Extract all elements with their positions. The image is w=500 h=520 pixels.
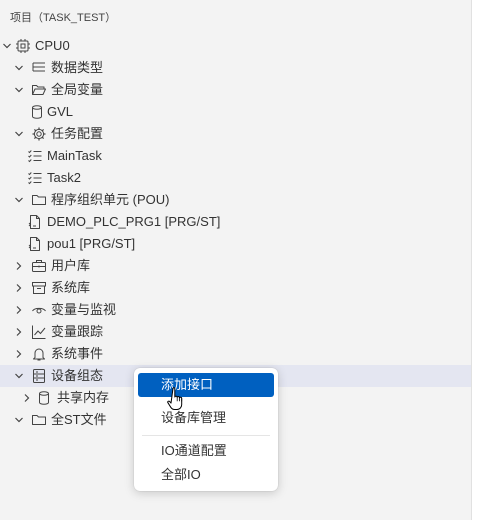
menu-item-device-lib-mgmt[interactable]: 设备库管理 [138, 406, 274, 430]
menu-item-label: 全部IO [161, 467, 201, 482]
tree-item-gvl[interactable]: GVL [0, 101, 471, 123]
tree-item-main-task[interactable]: MainTask [0, 145, 471, 167]
chevron-down-icon[interactable] [13, 369, 25, 383]
tree-item-pou1[interactable]: pou1 [PRG/ST] [0, 233, 471, 255]
tree-item-label: 任务配置 [51, 126, 104, 141]
folder-icon [31, 192, 47, 208]
tree-item-task-config[interactable]: 任务配置 [0, 123, 471, 145]
type-hierarchy-icon [31, 60, 47, 76]
tree-item-label: 程序组织单元 (POU) [51, 192, 170, 207]
folder-icon [31, 412, 47, 428]
menu-item-io-channel-config[interactable]: IO通道配置 [138, 439, 274, 463]
tree-item-label: DEMO_PLC_PRG1 [PRG/ST] [47, 214, 221, 229]
chevron-right-icon[interactable] [13, 259, 25, 273]
chevron-down-icon[interactable] [13, 413, 25, 427]
tree-item-label: 系统事件 [51, 346, 104, 361]
tree-item-label: 变量与监视 [51, 302, 117, 317]
line-chart-icon [31, 324, 47, 340]
panel-title: 项目（TASK_TEST） [10, 12, 117, 24]
tree-item-pou-demo[interactable]: DEMO_PLC_PRG1 [PRG/ST] [0, 211, 471, 233]
chevron-right-icon[interactable] [13, 303, 25, 317]
task-list-icon [27, 148, 43, 164]
chip-icon [15, 38, 31, 54]
chevron-right-icon[interactable] [13, 325, 25, 339]
context-menu: 添加接口 设备库管理 IO通道配置 全部IO [134, 368, 278, 491]
tree-item-label: 全ST文件 [51, 412, 107, 427]
chevron-right-icon[interactable] [13, 281, 25, 295]
tree-item-label: 系统库 [51, 280, 91, 295]
tree-item-var-trace[interactable]: 变量跟踪 [0, 321, 471, 343]
database-icon [29, 104, 45, 120]
bell-icon [31, 346, 47, 362]
document-code-icon [27, 236, 43, 252]
tree-item-label: 共享内存 [57, 390, 110, 405]
tree-item-label: GVL [47, 104, 74, 119]
chevron-down-icon[interactable] [13, 127, 25, 141]
tree-item-label: 全局变量 [51, 82, 104, 97]
tree-item-label: 数据类型 [51, 60, 104, 75]
chevron-right-icon[interactable] [21, 391, 33, 405]
tree-item-var-monitor[interactable]: 变量与监视 [0, 299, 471, 321]
chevron-down-icon[interactable] [1, 39, 13, 53]
tree-item-system-lib[interactable]: 系统库 [0, 277, 471, 299]
folder-open-icon [31, 82, 47, 98]
task-list-icon [27, 170, 43, 186]
tree-item-label: 用户库 [51, 258, 91, 273]
tree-item-label: 设备组态 [51, 368, 104, 383]
tree-item-task2[interactable]: Task2 [0, 167, 471, 189]
tree-item-label: Task2 [47, 170, 81, 185]
menu-separator [142, 435, 270, 436]
hand-cursor-icon [167, 386, 187, 412]
archive-icon [31, 280, 47, 296]
chevron-down-icon[interactable] [13, 61, 25, 75]
tree-item-label: CPU0 [35, 38, 70, 53]
chevron-right-icon[interactable] [13, 347, 25, 361]
tree-item-label: MainTask [47, 148, 102, 163]
eye-icon [31, 302, 47, 318]
gear-icon [31, 126, 47, 142]
menu-item-add-interface[interactable]: 添加接口 [138, 373, 274, 397]
tree-item-system-events[interactable]: 系统事件 [0, 343, 471, 365]
chevron-down-icon[interactable] [13, 193, 25, 207]
menu-item-all-io[interactable]: 全部IO [138, 463, 274, 487]
tree-item-data-types[interactable]: 数据类型 [0, 57, 471, 79]
briefcase-icon [31, 258, 47, 274]
tree-item-global-vars[interactable]: 全局变量 [0, 79, 471, 101]
menu-item-label: IO通道配置 [161, 443, 227, 458]
tree-item-cpu0[interactable]: CPU0 [0, 35, 471, 57]
database-icon [36, 390, 52, 406]
device-rack-icon [31, 368, 47, 384]
tree-item-label: pou1 [PRG/ST] [47, 236, 136, 251]
tree-item-pou-folder[interactable]: 程序组织单元 (POU) [0, 189, 471, 211]
chevron-down-icon[interactable] [13, 83, 25, 97]
document-code-icon [27, 214, 43, 230]
tree-item-label: 变量跟踪 [51, 324, 104, 339]
tree-item-user-lib[interactable]: 用户库 [0, 255, 471, 277]
